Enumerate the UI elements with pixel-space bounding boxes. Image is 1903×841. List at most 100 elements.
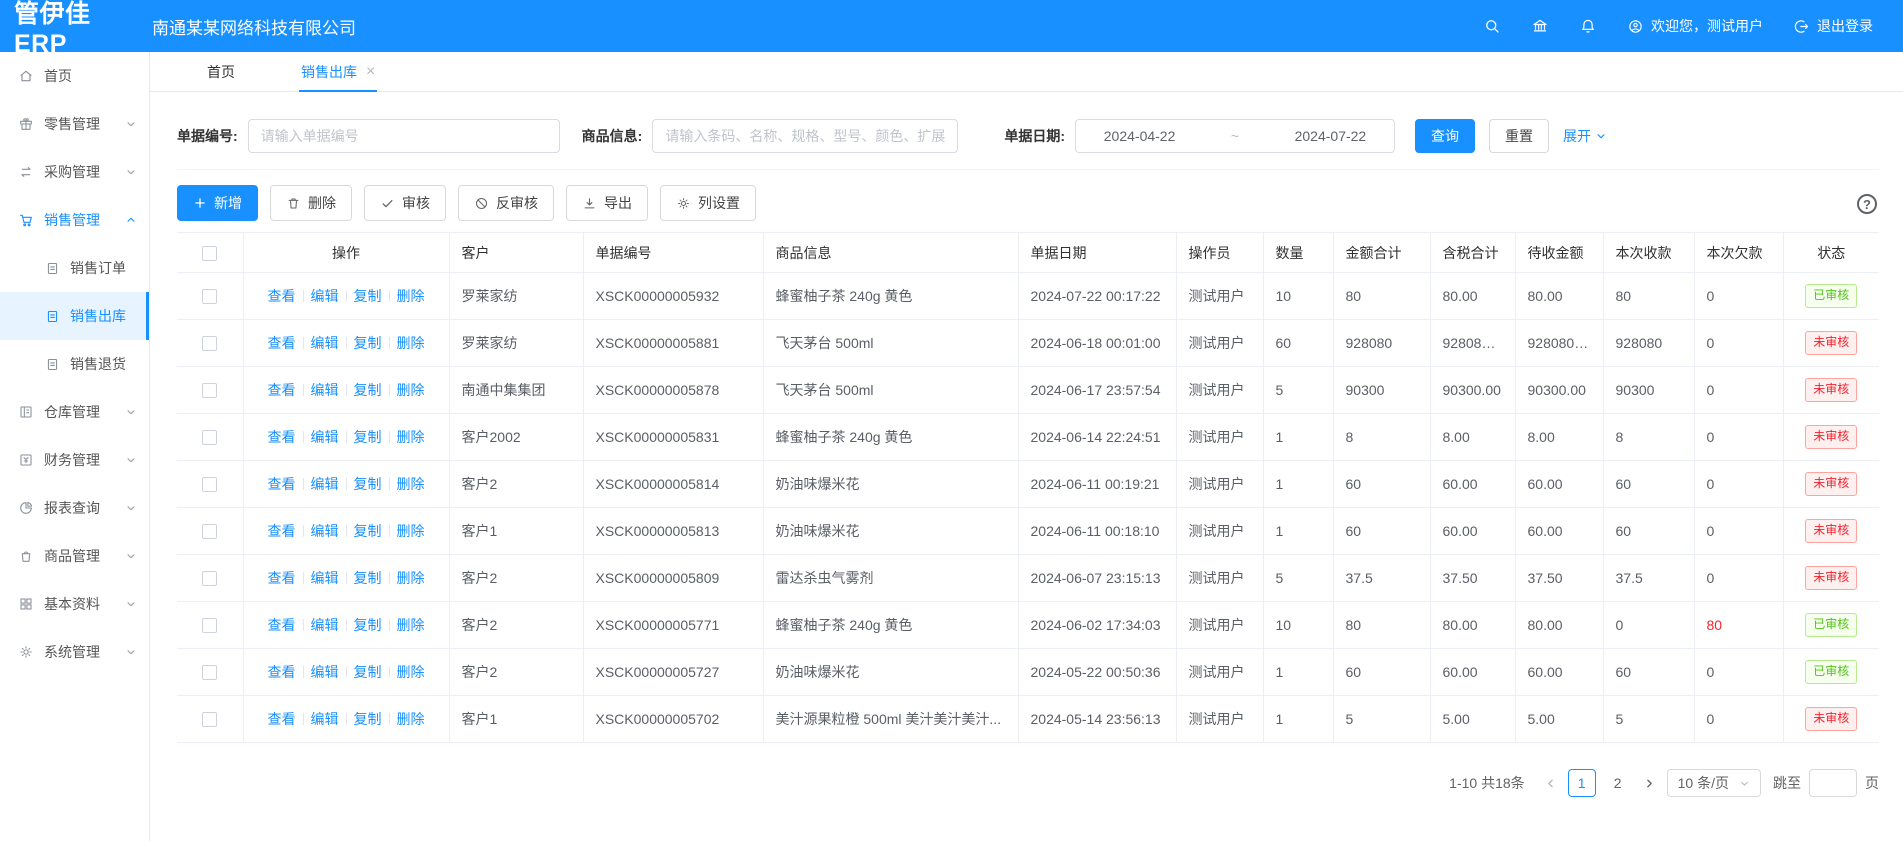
- view-link[interactable]: 查看: [268, 523, 296, 539]
- view-link[interactable]: 查看: [268, 664, 296, 680]
- bank-icon[interactable]: [1531, 17, 1549, 35]
- row-checkbox[interactable]: [202, 665, 217, 680]
- edit-link[interactable]: 编辑: [311, 429, 339, 445]
- tab-sales-outbound[interactable]: 销售出库 ×: [299, 52, 377, 91]
- next-page-button[interactable]: [1640, 777, 1659, 790]
- view-link[interactable]: 查看: [268, 711, 296, 727]
- delete-link[interactable]: 删除: [397, 476, 425, 492]
- tab-home[interactable]: 首页: [205, 52, 237, 91]
- sidebar-item-sales-order[interactable]: 销售订单: [0, 244, 149, 292]
- delete-link[interactable]: 删除: [397, 664, 425, 680]
- row-actions: 查看编辑复制删除: [243, 320, 449, 367]
- delete-link[interactable]: 删除: [397, 429, 425, 445]
- logout-button[interactable]: 退出登录: [1793, 16, 1873, 36]
- receivable-cell: 37.50: [1515, 555, 1603, 602]
- edit-link[interactable]: 编辑: [311, 335, 339, 351]
- delete-link[interactable]: 删除: [397, 570, 425, 586]
- sidebar-item-goods[interactable]: 商品管理: [0, 532, 149, 580]
- date-from[interactable]: 2024-04-22: [1104, 128, 1176, 144]
- delete-link[interactable]: 删除: [397, 523, 425, 539]
- ban-icon: [474, 196, 489, 211]
- edit-link[interactable]: 编辑: [311, 288, 339, 304]
- sidebar-item-reports[interactable]: 报表查询: [0, 484, 149, 532]
- welcome-user[interactable]: 欢迎您，测试用户: [1627, 16, 1763, 36]
- select-all-checkbox[interactable]: [202, 246, 217, 261]
- edit-link[interactable]: 编辑: [311, 664, 339, 680]
- edit-link[interactable]: 编辑: [311, 570, 339, 586]
- jump-page-input[interactable]: [1809, 769, 1857, 797]
- row-checkbox[interactable]: [202, 336, 217, 351]
- sidebar-item-sales[interactable]: 销售管理: [0, 196, 149, 244]
- view-link[interactable]: 查看: [268, 570, 296, 586]
- delete-link[interactable]: 删除: [397, 617, 425, 633]
- copy-link[interactable]: 复制: [354, 335, 382, 351]
- copy-link[interactable]: 复制: [354, 711, 382, 727]
- copy-link[interactable]: 复制: [354, 664, 382, 680]
- sidebar-item-sales-outbound[interactable]: 销售出库: [0, 292, 149, 340]
- receivable-cell: 80.00: [1515, 602, 1603, 649]
- bill-no-input[interactable]: [248, 119, 560, 153]
- tab-close-icon[interactable]: ×: [366, 64, 375, 80]
- row-checkbox[interactable]: [202, 524, 217, 539]
- row-checkbox[interactable]: [202, 289, 217, 304]
- search-button[interactable]: 查询: [1415, 119, 1475, 153]
- help-icon[interactable]: ?: [1857, 194, 1877, 214]
- sidebar-item-purchase[interactable]: 采购管理: [0, 148, 149, 196]
- product-info-label: 商品信息:: [582, 126, 643, 146]
- sidebar-item-basic-data[interactable]: 基本资料: [0, 580, 149, 628]
- sidebar-item-retail[interactable]: 零售管理: [0, 100, 149, 148]
- search-icon[interactable]: [1483, 17, 1501, 35]
- reset-button[interactable]: 重置: [1489, 119, 1549, 153]
- audit-button[interactable]: 审核: [364, 185, 446, 221]
- sidebar-item-warehouse[interactable]: 仓库管理: [0, 388, 149, 436]
- copy-link[interactable]: 复制: [354, 476, 382, 492]
- sidebar-item-system[interactable]: 系统管理: [0, 628, 149, 676]
- edit-link[interactable]: 编辑: [311, 711, 339, 727]
- expand-link[interactable]: 展开: [1563, 126, 1607, 146]
- edit-link[interactable]: 编辑: [311, 523, 339, 539]
- column-settings-button[interactable]: 列设置: [660, 185, 756, 221]
- page-size-select[interactable]: 10 条/页: [1667, 769, 1761, 797]
- date-range-picker[interactable]: 2024-04-22 ~ 2024-07-22: [1075, 119, 1395, 153]
- sidebar-item-home[interactable]: 首页: [0, 52, 149, 100]
- copy-link[interactable]: 复制: [354, 382, 382, 398]
- copy-link[interactable]: 复制: [354, 523, 382, 539]
- page-1-button[interactable]: 1: [1568, 769, 1596, 797]
- row-checkbox[interactable]: [202, 571, 217, 586]
- row-checkbox[interactable]: [202, 383, 217, 398]
- date-to[interactable]: 2024-07-22: [1295, 128, 1367, 144]
- row-checkbox[interactable]: [202, 618, 217, 633]
- copy-link[interactable]: 复制: [354, 617, 382, 633]
- row-checkbox[interactable]: [202, 477, 217, 492]
- delete-link[interactable]: 删除: [397, 335, 425, 351]
- copy-link[interactable]: 复制: [354, 429, 382, 445]
- copy-link[interactable]: 复制: [354, 570, 382, 586]
- add-button[interactable]: 新增: [177, 185, 258, 221]
- copy-link[interactable]: 复制: [354, 288, 382, 304]
- view-link[interactable]: 查看: [268, 617, 296, 633]
- date-cell: 2024-06-07 23:15:13: [1018, 555, 1176, 602]
- view-link[interactable]: 查看: [268, 382, 296, 398]
- prev-page-button[interactable]: [1541, 777, 1560, 790]
- delete-link[interactable]: 删除: [397, 711, 425, 727]
- delete-button[interactable]: 删除: [270, 185, 352, 221]
- sidebar-item-finance[interactable]: 财务管理: [0, 436, 149, 484]
- customer-cell: 罗莱家纺: [449, 273, 583, 320]
- edit-link[interactable]: 编辑: [311, 382, 339, 398]
- view-link[interactable]: 查看: [268, 429, 296, 445]
- view-link[interactable]: 查看: [268, 335, 296, 351]
- edit-link[interactable]: 编辑: [311, 617, 339, 633]
- unaudit-button[interactable]: 反审核: [458, 185, 554, 221]
- view-link[interactable]: 查看: [268, 288, 296, 304]
- view-link[interactable]: 查看: [268, 476, 296, 492]
- bell-icon[interactable]: [1579, 17, 1597, 35]
- row-checkbox[interactable]: [202, 712, 217, 727]
- delete-link[interactable]: 删除: [397, 382, 425, 398]
- delete-link[interactable]: 删除: [397, 288, 425, 304]
- edit-link[interactable]: 编辑: [311, 476, 339, 492]
- product-info-input[interactable]: [652, 119, 958, 153]
- page-2-button[interactable]: 2: [1604, 769, 1632, 797]
- export-button[interactable]: 导出: [566, 185, 648, 221]
- row-checkbox[interactable]: [202, 430, 217, 445]
- sidebar-item-sales-return[interactable]: 销售退货: [0, 340, 149, 388]
